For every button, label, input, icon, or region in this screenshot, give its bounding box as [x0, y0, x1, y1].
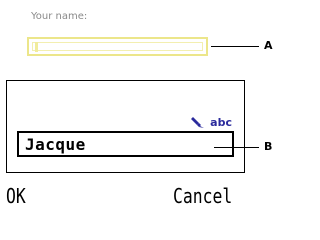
- callout-line-b: [214, 147, 259, 148]
- text-caret: [35, 42, 38, 52]
- ok-softkey[interactable]: OK: [6, 184, 26, 208]
- text-input-box[interactable]: Jacque: [17, 131, 234, 157]
- name-field[interactable]: [27, 37, 208, 56]
- callout-b: B: [264, 140, 273, 153]
- text-input-value: Jacque: [25, 135, 86, 154]
- name-label: Your name:: [31, 11, 88, 22]
- pen-icon: [191, 116, 205, 128]
- input-mode-indicator: abc: [190, 116, 232, 129]
- cancel-softkey[interactable]: Cancel: [173, 184, 232, 208]
- name-field-inner-border: [32, 42, 203, 51]
- callout-line-a: [211, 46, 259, 47]
- input-mode-label: abc: [210, 116, 232, 129]
- callout-a: A: [264, 39, 273, 52]
- text-entry-dialog: abc Jacque: [6, 80, 245, 173]
